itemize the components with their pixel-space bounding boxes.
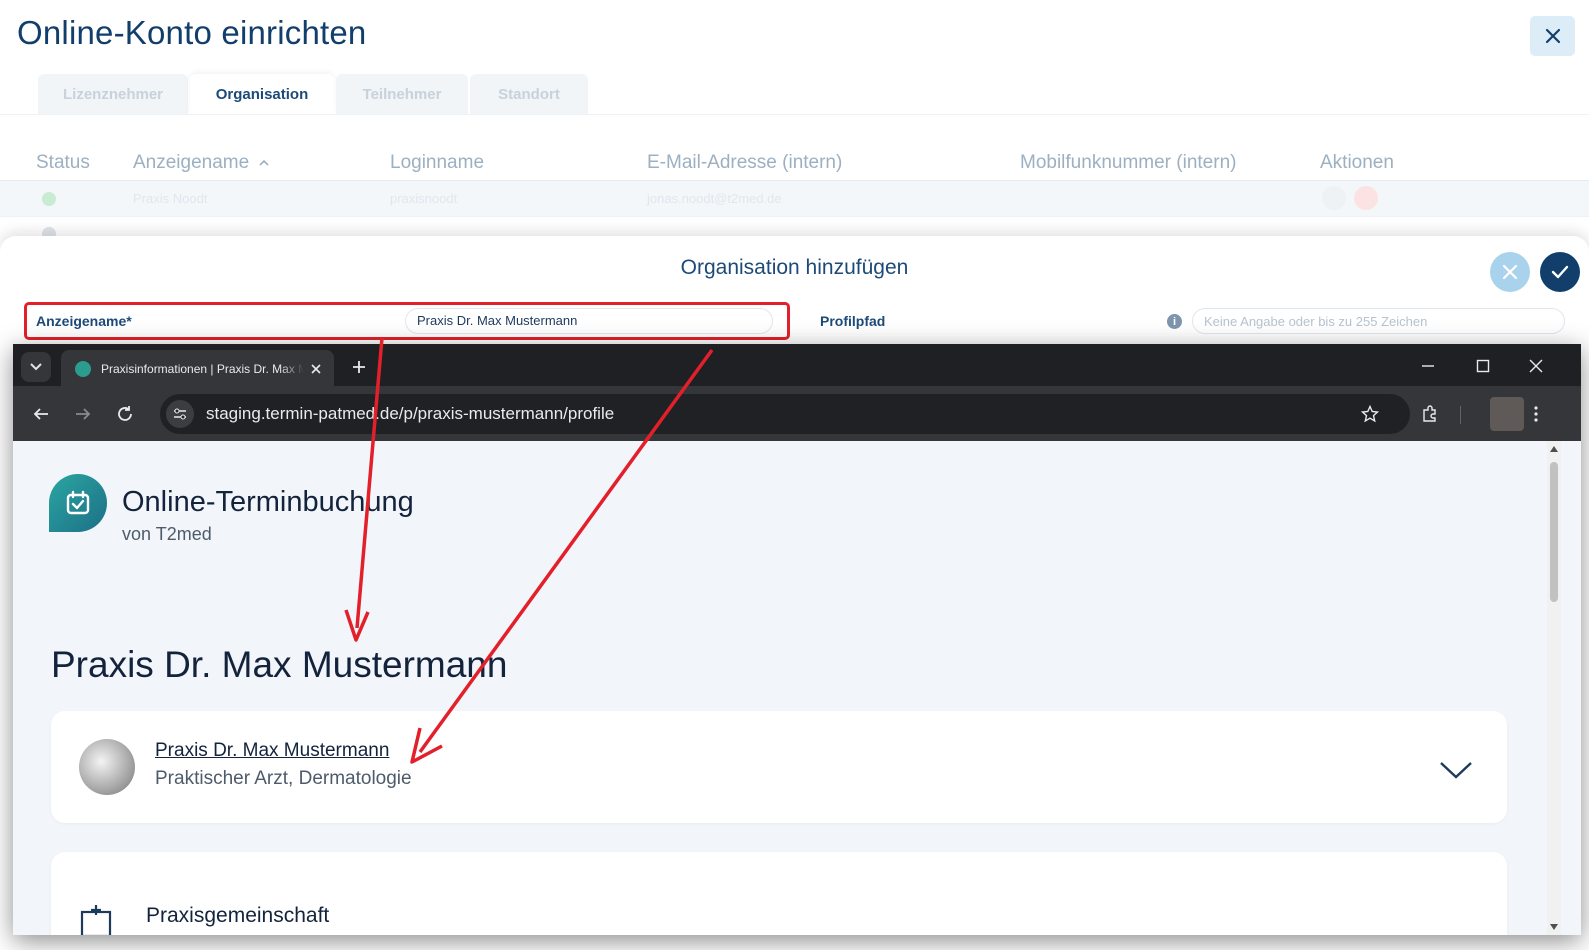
annotation-arrow xyxy=(410,348,714,764)
annotation-arrow xyxy=(344,337,384,642)
annotation-arrows xyxy=(344,337,714,764)
